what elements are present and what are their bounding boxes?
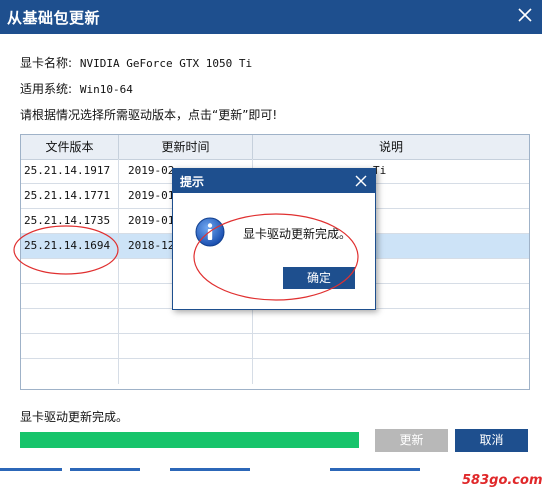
dialog-title-bar: 提示 [173,169,375,193]
gpu-name-value: NVIDIA GeForce GTX 1050 Ti [79,57,253,70]
table-row [21,334,529,359]
table-row [21,359,529,384]
watermark-text: 583go.com [462,473,542,488]
bottom-strip [0,468,542,497]
progress-fill [20,432,359,448]
progress-bar [20,432,359,448]
os-value: Win10-64 [79,83,133,96]
window-title: 从基础包更新 [7,9,101,27]
info-icon [195,217,225,247]
dialog-close-icon[interactable] [353,173,369,189]
dialog-message: 显卡驱动更新完成。 [243,227,352,241]
column-header-description[interactable]: 说明 [253,135,529,159]
version-cell: 25.21.14.1771 [21,184,119,209]
column-header-date[interactable]: 更新时间 [119,135,253,159]
version-cell: 25.21.14.1735 [21,209,119,234]
version-cell: 25.21.14.1694 [21,234,119,259]
gpu-name-line: 显卡名称: NVIDIA GeForce GTX 1050 Ti [20,54,252,71]
dialog-ok-button[interactable]: 确定 [283,267,355,289]
table-header: 文件版本 更新时间 说明 [21,135,529,160]
os-label: 适用系统: [20,82,73,96]
window-title-bar: 从基础包更新 [0,0,542,34]
version-cell: 25.21.14.1917 [21,159,119,184]
column-header-version[interactable]: 文件版本 [21,135,119,159]
dialog-title: 提示 [180,175,205,189]
notice-dialog: 提示 显卡驱动更新完成。 确定 [172,168,376,310]
update-button[interactable]: 更新 [375,429,448,452]
instruction-text: 请根据情况选择所需驱动版本，点击“更新”即可! [20,108,278,122]
status-text: 显卡驱动更新完成。 [20,410,129,424]
cancel-button[interactable]: 取消 [455,429,528,452]
gpu-name-label: 显卡名称: [20,56,73,70]
os-line: 适用系统: Win10-64 [20,80,133,97]
close-icon[interactable] [514,4,536,26]
table-row [21,309,529,334]
